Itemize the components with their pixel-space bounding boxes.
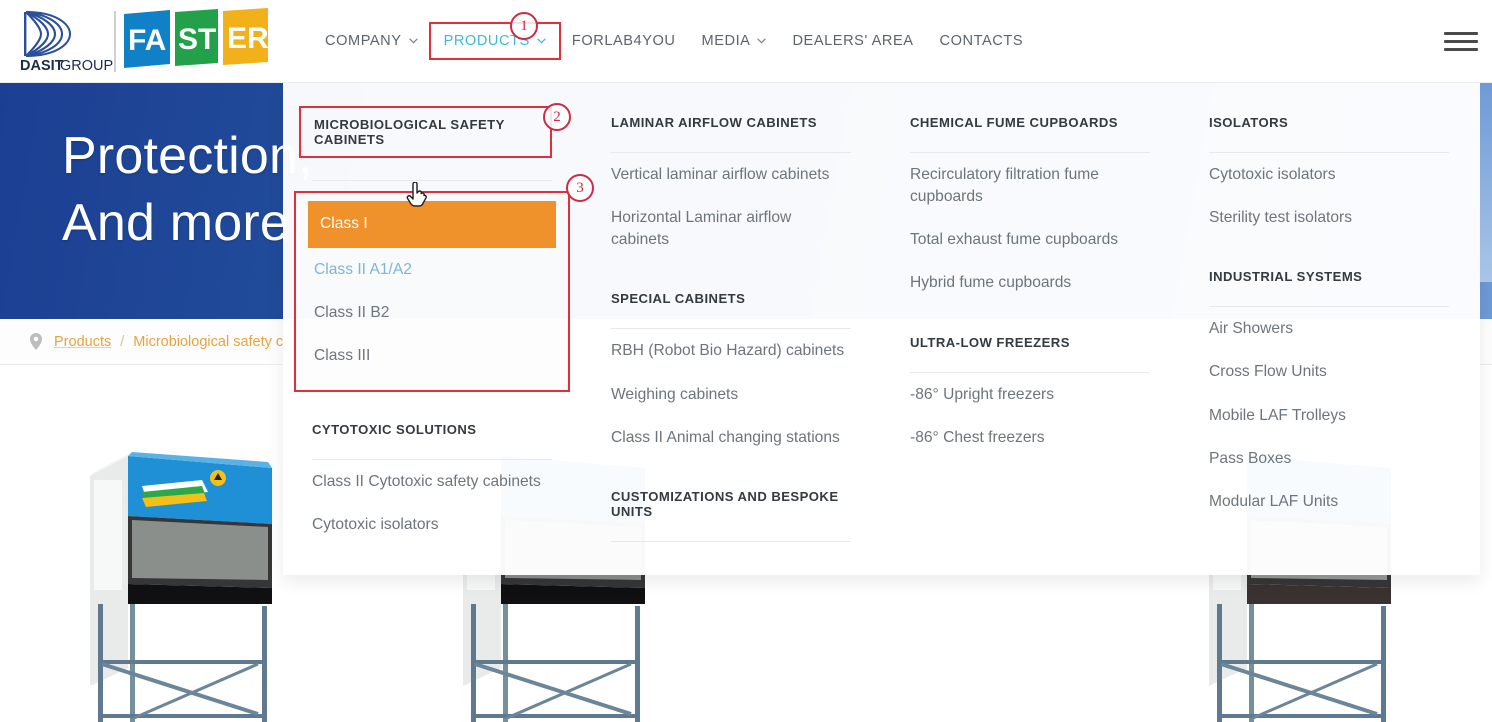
mega-menu-group: LAMINAR AIRFLOW CABINETS Vertical laminar… xyxy=(611,109,851,261)
mega-menu-link-mobile-laf-trolleys[interactable]: Mobile LAF Trolleys xyxy=(1209,394,1449,437)
mega-menu-link-86-upright-freezers[interactable]: -86° Upright freezers xyxy=(910,373,1150,416)
mega-menu-link-rbh-robot-bio-hazard-cabinets[interactable]: RBH (Robot Bio Hazard) cabinets xyxy=(611,329,851,372)
hero-title: Protection, And more. xyxy=(62,127,313,252)
breadcrumb-item-current: Microbiological safety ca xyxy=(133,333,292,350)
mega-menu-group: CUSTOMIZATIONS AND BESPOKE UNITS xyxy=(611,483,851,542)
mega-menu-link-class-i[interactable]: Class I xyxy=(308,201,556,249)
mega-menu-link-hybrid-fume-cupboards[interactable]: Hybrid fume cupboards xyxy=(910,261,1150,304)
mega-menu-heading: SPECIAL CABINETS xyxy=(611,291,746,307)
nav-item-label: CONTACTS xyxy=(939,33,1024,49)
mega-menu-link-class-ii-a1-a2[interactable]: Class II A1/A2 xyxy=(314,248,550,291)
nav-item-dealers-area[interactable]: DEALERS' AREA xyxy=(779,24,926,58)
mega-menu-column-1: MICROBIOLOGICAL SAFETY CABINETS Class I Cl… xyxy=(283,106,582,575)
mega-menu-link-cytotoxic-isolators[interactable]: Cytotoxic isolators xyxy=(312,503,552,546)
mega-menu-link-modular-laf-units[interactable]: Modular LAF Units xyxy=(1209,480,1449,523)
page-root: Protection, And more. Products / Microbi… xyxy=(0,0,1492,722)
mega-menu-group: CHEMICAL FUME CUPBOARDS Recirculatory fil… xyxy=(910,109,1150,305)
mega-menu-link-recirculatory-filtration-fume-cupboards[interactable]: Recirculatory filtration fume cupboards xyxy=(910,153,1150,218)
mega-menu-group: CYTOTOXIC SOLUTIONS Class II Cytotoxic sa… xyxy=(312,416,552,546)
nav-item-label: FORLAB4YOU xyxy=(571,33,676,49)
nav-item-label: DEALERS' AREA xyxy=(792,33,914,49)
mega-menu-group: MICROBIOLOGICAL SAFETY CABINETS Class I Cl… xyxy=(294,106,570,392)
svg-text:DASIT: DASIT xyxy=(20,58,64,74)
mega-menu-link-weighing-cabinets[interactable]: Weighing cabinets xyxy=(611,373,851,416)
breadcrumb-separator: / xyxy=(120,333,125,350)
mega-menu-heading: MICROBIOLOGICAL SAFETY CABINETS xyxy=(299,106,552,158)
chevron-down-icon xyxy=(537,38,546,44)
divider xyxy=(611,540,851,542)
chevron-down-icon xyxy=(757,38,767,44)
site-header: DASIT GROUP FA ST ER COMPANY PRODUCTS FORL… xyxy=(0,0,1492,83)
mega-menu-heading: ULTRA-LOW FREEZERS xyxy=(910,334,1070,350)
mega-menu-group: SPECIAL CABINETS RBH (Robot Bio Hazard) c… xyxy=(611,285,851,458)
safety-cabinet-photo xyxy=(89,452,272,722)
mega-menu-link-class-ii-b2[interactable]: Class II B2 xyxy=(314,291,550,334)
mega-menu-column-3: CHEMICAL FUME CUPBOARDS Recirculatory fil… xyxy=(881,109,1180,575)
nav-item-label: COMPANY xyxy=(325,33,402,49)
mega-menu-link-sterility-test-isolators[interactable]: Sterility test isolators xyxy=(1209,196,1449,239)
location-pin-icon xyxy=(30,333,42,350)
svg-text:ST: ST xyxy=(178,23,216,56)
site-logo[interactable]: DASIT GROUP FA ST ER xyxy=(0,0,283,83)
mega-menu-heading: INDUSTRIAL SYSTEMS xyxy=(1209,269,1363,285)
hero-edge-strip xyxy=(1480,83,1492,282)
mega-menu-link-class-iii[interactable]: Class III xyxy=(314,334,550,377)
main-navigation: COMPANY PRODUCTS FORLAB4YOU MEDIA DEALERS' A… xyxy=(283,0,1036,83)
nav-item-forlab4you[interactable]: FORLAB4YOU xyxy=(559,24,689,58)
divider xyxy=(312,180,552,181)
dasitgroup-faster-logo: DASIT GROUP FA ST ER xyxy=(20,7,269,74)
nav-item-contacts[interactable]: CONTACTS xyxy=(927,24,1037,58)
mega-menu-heading: CHEMICAL FUME CUPBOARDS xyxy=(910,115,1118,130)
mega-menu-group: ISOLATORS Cytotoxic isolators Sterility te… xyxy=(1209,109,1449,239)
mega-menu-link-class-ii-cytotoxic-safety-cabinets[interactable]: Class II Cytotoxic safety cabinets xyxy=(312,460,552,503)
mega-menu-column-2: LAMINAR AIRFLOW CABINETS Vertical laminar… xyxy=(582,109,881,575)
mega-menu-link-86-chest-freezers[interactable]: -86° Chest freezers xyxy=(910,416,1150,459)
mega-menu-link-pass-boxes[interactable]: Pass Boxes xyxy=(1209,437,1449,480)
nav-item-media[interactable]: MEDIA xyxy=(689,24,780,58)
mega-menu-link-horizontal-laminar-airflow-cabinets[interactable]: Horizontal Laminar airflow cabinets xyxy=(611,196,851,261)
mega-menu-heading: CYTOTOXIC SOLUTIONS xyxy=(312,421,477,437)
mega-menu-link-class-ii-animal-changing-stations[interactable]: Class II Animal changing stations xyxy=(611,416,851,459)
mega-menu-heading: LAMINAR AIRFLOW CABINETS xyxy=(611,115,817,130)
mega-menu-heading: ISOLATORS xyxy=(1209,115,1289,130)
hamburger-icon[interactable] xyxy=(1444,27,1478,55)
mega-menu-link-total-exhaust-fume-cupboards[interactable]: Total exhaust fume cupboards xyxy=(910,218,1150,261)
svg-text:FA: FA xyxy=(128,24,166,57)
nav-item-label: MEDIA xyxy=(701,33,751,49)
chevron-down-icon xyxy=(408,38,418,44)
mega-menu-link-cross-flow-units[interactable]: Cross Flow Units xyxy=(1209,350,1449,393)
mega-menu-column-4: ISOLATORS Cytotoxic isolators Sterility te… xyxy=(1180,109,1479,575)
annotation-badge-1: 1 xyxy=(510,12,538,40)
products-mega-menu: MICROBIOLOGICAL SAFETY CABINETS Class I Cl… xyxy=(283,83,1480,575)
mega-menu-group: ULTRA-LOW FREEZERS -86° Upright freezers -… xyxy=(910,329,1150,459)
svg-text:GROUP: GROUP xyxy=(60,58,113,74)
mega-menu-group: INDUSTRIAL SYSTEMS Air Showers Cross Flow … xyxy=(1209,263,1449,523)
annotation-badge-3: 3 xyxy=(566,174,594,202)
annotation-badge-2: 2 xyxy=(543,103,571,131)
nav-item-company[interactable]: COMPANY xyxy=(312,24,431,58)
mega-menu-link-vertical-laminar-airflow-cabinets[interactable]: Vertical laminar airflow cabinets xyxy=(611,153,851,196)
mega-menu-link-cytotoxic-isolators[interactable]: Cytotoxic isolators xyxy=(1209,153,1449,196)
svg-text:ER: ER xyxy=(227,22,269,55)
breadcrumb-item-products[interactable]: Products xyxy=(54,334,111,350)
mega-menu-heading: CUSTOMIZATIONS AND BESPOKE UNITS xyxy=(611,488,839,519)
mega-menu-link-air-showers[interactable]: Air Showers xyxy=(1209,307,1449,350)
nav-item-products[interactable]: PRODUCTS xyxy=(428,22,561,60)
pointing-hand-cursor xyxy=(406,182,427,207)
mega-menu-sublist-highlight-box: Class I Class II A1/A2 Class II B2 Class II… xyxy=(294,191,570,392)
